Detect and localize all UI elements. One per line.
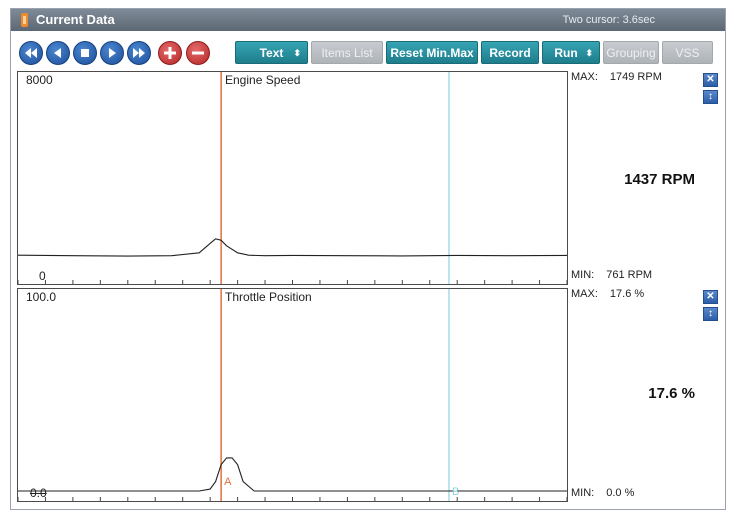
scale-graph-button[interactable]: ↕ xyxy=(703,307,718,321)
close-icon: ✕ xyxy=(706,291,715,302)
engine-speed-max: MAX: 1749 RPM xyxy=(571,71,662,83)
zoom-in-button[interactable] xyxy=(158,41,182,65)
min-label: MIN: xyxy=(571,269,595,281)
graph-title: Engine Speed xyxy=(225,73,301,87)
updown-icon: ↕ xyxy=(708,308,713,319)
stop-button[interactable] xyxy=(73,41,97,65)
updown-icon: ↕ xyxy=(708,91,713,102)
connector-icon xyxy=(21,13,28,27)
run-select[interactable]: Run ⬍ xyxy=(542,41,600,64)
max-label: MAX: xyxy=(571,288,598,300)
cursor-b-label: B xyxy=(452,486,459,498)
min-value: 761 RPM xyxy=(606,269,653,281)
max-value: 17.6 % xyxy=(609,288,645,300)
ymax-label: 8000 xyxy=(26,73,53,87)
zoom-out-button[interactable] xyxy=(186,41,210,65)
play-button[interactable] xyxy=(100,41,124,65)
title-bar: Current Data Two cursor: 3.6sec xyxy=(11,9,725,31)
updown-icon: ⬍ xyxy=(293,48,301,58)
max-label: MAX: xyxy=(571,71,598,83)
record-button[interactable]: Record xyxy=(481,41,539,64)
series-line xyxy=(18,238,567,257)
rewind-button[interactable] xyxy=(19,41,43,65)
min-value: 0.0 % xyxy=(606,487,635,499)
rewind-icon xyxy=(25,48,37,58)
cursor-status: Two cursor: 3.6sec xyxy=(562,14,655,26)
zoom-out-icon xyxy=(192,51,204,55)
grouping-label: Grouping xyxy=(606,46,656,60)
max-value: 1749 RPM xyxy=(609,71,662,83)
engine-speed-trace xyxy=(18,72,567,284)
text-mode-select[interactable]: Text ⬍ xyxy=(235,41,308,64)
throttle-position-min: MIN: 0.0 % xyxy=(571,487,634,499)
current-data-window: Current Data Two cursor: 3.6sec Text ⬍ I… xyxy=(10,8,726,510)
close-graph-button[interactable]: ✕ xyxy=(703,290,718,304)
engine-speed-min: MIN: 761 RPM xyxy=(571,269,652,281)
engine-speed-graph[interactable]: 8000 0 Engine Speed xyxy=(17,71,568,285)
throttle-position-current: 17.6 % xyxy=(648,385,695,402)
updown-icon: ⬍ xyxy=(585,48,593,58)
close-icon: ✕ xyxy=(706,74,715,85)
reset-min-max-label: Reset Min.Max xyxy=(390,46,474,60)
step-back-button[interactable] xyxy=(46,41,70,65)
items-list-label: Items List xyxy=(321,46,373,60)
ymin-label: 0.0 xyxy=(30,486,47,500)
zoom-in-icon xyxy=(164,47,176,59)
ymin-label: 0 xyxy=(39,269,46,283)
vss-label: VSS xyxy=(675,46,700,60)
toolbar: Text ⬍ Items List Reset Min.Max Record R… xyxy=(11,31,725,69)
scale-graph-button[interactable]: ↕ xyxy=(703,90,718,104)
text-mode-label: Text xyxy=(259,46,284,60)
throttle-position-graph[interactable]: AB 100.0 0.0 Throttle Position xyxy=(17,288,568,502)
stop-icon xyxy=(81,49,89,57)
close-graph-button[interactable]: ✕ xyxy=(703,73,718,87)
fast-forward-icon xyxy=(133,48,145,58)
throttle-position-trace: AB xyxy=(18,289,567,501)
cursor-a-label: A xyxy=(224,476,232,488)
reset-min-max-button[interactable]: Reset Min.Max xyxy=(386,41,478,64)
graph-title: Throttle Position xyxy=(225,290,312,304)
window-title: Current Data xyxy=(36,12,115,27)
step-back-icon xyxy=(54,48,61,58)
items-list-select[interactable]: Items List xyxy=(311,41,383,64)
record-label: Record xyxy=(489,46,531,60)
fast-forward-button[interactable] xyxy=(127,41,151,65)
throttle-position-max: MAX: 17.6 % xyxy=(571,288,644,300)
run-label: Run xyxy=(554,46,578,60)
play-icon xyxy=(109,48,116,58)
engine-speed-current: 1437 RPM xyxy=(624,171,695,188)
min-label: MIN: xyxy=(571,487,595,499)
vss-button[interactable]: VSS xyxy=(662,41,713,64)
grouping-button[interactable]: Grouping xyxy=(603,41,659,64)
ymax-label: 100.0 xyxy=(26,290,57,304)
series-line xyxy=(18,457,567,492)
